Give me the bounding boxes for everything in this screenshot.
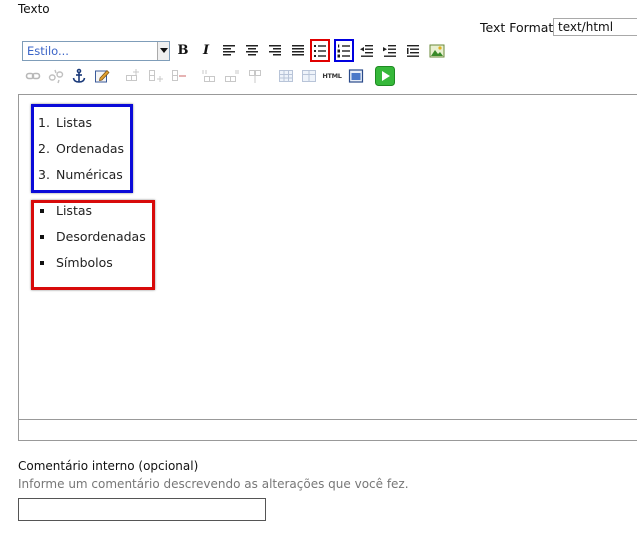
unlink-button[interactable] bbox=[48, 68, 64, 84]
field-label-texto: Texto bbox=[18, 2, 50, 16]
table-row-insert-icon bbox=[126, 69, 139, 81]
align-right-button[interactable] bbox=[267, 43, 283, 59]
align-center-button[interactable] bbox=[244, 43, 260, 59]
cell-properties-button[interactable] bbox=[301, 68, 317, 84]
text-format-value: text/html bbox=[558, 20, 614, 34]
fullscreen-button[interactable] bbox=[348, 68, 364, 84]
table-row-delete-icon bbox=[172, 70, 186, 81]
table-column-delete-icon bbox=[249, 70, 261, 83]
anchor-icon bbox=[72, 68, 86, 83]
table-column-insert-icon bbox=[149, 70, 163, 82]
preview-button[interactable] bbox=[375, 66, 395, 86]
indent-icon bbox=[383, 45, 396, 57]
outdent-icon bbox=[360, 45, 373, 57]
table-merge-icon bbox=[225, 70, 239, 82]
bulleted-list-highlight bbox=[310, 39, 330, 62]
comment-label: Comentário interno (opcional) bbox=[18, 459, 199, 473]
table-cell-icon bbox=[302, 70, 316, 82]
numbered-list-highlight bbox=[334, 39, 354, 62]
window-icon bbox=[348, 69, 364, 83]
editor-status-divider bbox=[19, 419, 637, 420]
insert-image-button[interactable] bbox=[429, 43, 445, 59]
comment-input[interactable] bbox=[18, 498, 266, 521]
table-delete-row-button[interactable] bbox=[171, 68, 187, 84]
html-source-button[interactable]: HTML bbox=[322, 68, 342, 84]
table-merge-button[interactable] bbox=[224, 68, 240, 84]
text-format-select[interactable]: text/html bbox=[553, 18, 637, 36]
image-icon bbox=[429, 44, 445, 58]
table-split-button[interactable] bbox=[201, 68, 217, 84]
link-button[interactable] bbox=[25, 68, 41, 84]
indent-button[interactable] bbox=[382, 43, 398, 59]
link-icon bbox=[25, 72, 41, 80]
ordered-list-highlight-box bbox=[31, 104, 133, 193]
table-icon bbox=[279, 70, 293, 82]
align-left-button[interactable] bbox=[221, 43, 237, 59]
bold-button[interactable]: B bbox=[175, 43, 191, 59]
style-dropdown-value: Estilo... bbox=[27, 44, 69, 58]
style-dropdown[interactable]: Estilo... bbox=[22, 41, 170, 61]
table-properties-button[interactable] bbox=[278, 68, 294, 84]
table-insert-row-button[interactable] bbox=[125, 68, 141, 84]
text-format-label: Text Format bbox=[480, 20, 554, 35]
unlink-icon bbox=[48, 69, 64, 84]
align-center-icon bbox=[246, 45, 258, 56]
comment-help-text: Informe um comentário descrevendo as alt… bbox=[18, 477, 409, 491]
edit-icon bbox=[95, 69, 110, 83]
table-split-icon bbox=[202, 70, 215, 82]
chevron-down-icon bbox=[157, 42, 169, 60]
justify-button[interactable] bbox=[290, 43, 306, 59]
align-right-icon bbox=[269, 45, 281, 56]
table-delete-column-button[interactable] bbox=[247, 68, 263, 84]
edit-button[interactable] bbox=[94, 68, 110, 84]
align-left-icon bbox=[223, 45, 235, 56]
blockquote-button[interactable] bbox=[405, 43, 421, 59]
unordered-list-highlight-box bbox=[31, 200, 155, 290]
play-icon bbox=[375, 66, 395, 86]
table-insert-column-button[interactable] bbox=[148, 68, 164, 84]
anchor-button[interactable] bbox=[71, 68, 87, 84]
blockquote-icon bbox=[407, 45, 419, 57]
align-justify-icon bbox=[292, 45, 304, 56]
outdent-button[interactable] bbox=[359, 43, 375, 59]
italic-button[interactable]: I bbox=[198, 43, 214, 59]
